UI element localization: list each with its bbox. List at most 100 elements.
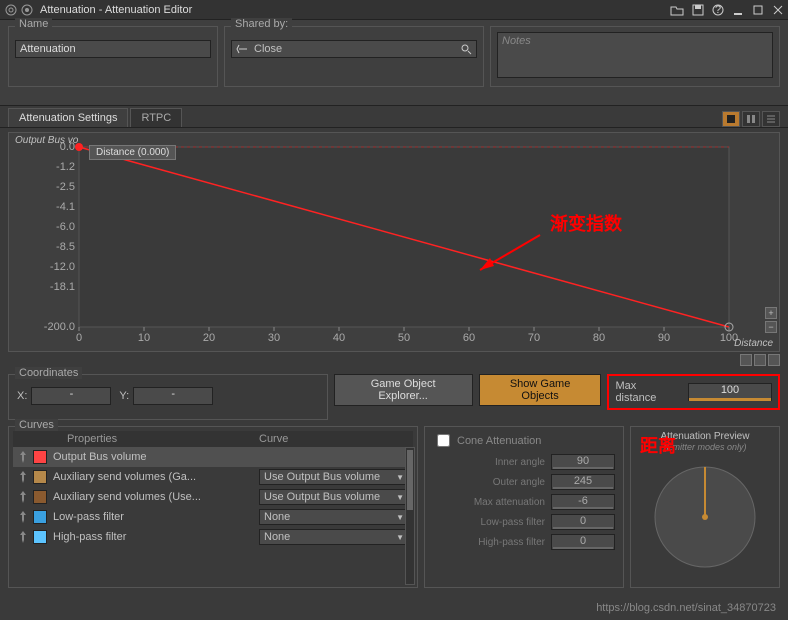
svg-text:-200.0: -200.0 (44, 321, 75, 333)
pin-icon[interactable] (17, 490, 29, 504)
save-icon[interactable] (692, 4, 704, 16)
view-split-icon[interactable] (742, 111, 760, 127)
color-swatch[interactable] (33, 490, 47, 504)
curve-property: Low-pass filter (53, 511, 259, 523)
tab-attenuation-settings[interactable]: Attenuation Settings (8, 108, 128, 127)
view-single-icon[interactable] (722, 111, 740, 127)
titlebar: Attenuation - Attenuation Editor ? (0, 0, 788, 20)
curves-label: Curves (15, 419, 58, 431)
game-object-explorer-button[interactable]: Game Object Explorer... (334, 374, 473, 406)
notes-input[interactable]: Notes (497, 32, 773, 78)
shared-value[interactable]: Close (254, 43, 282, 55)
curve-row[interactable]: Auxiliary send volumes (Use...Use Output… (13, 487, 413, 507)
search-icon[interactable] (460, 43, 472, 55)
pin-icon[interactable] (17, 470, 29, 484)
max-distance-group: Max distance 100 (607, 374, 780, 410)
svg-text:50: 50 (398, 332, 410, 344)
color-swatch[interactable] (33, 510, 47, 524)
name-input[interactable] (15, 40, 211, 58)
curves-panel: Curves Properties Curve Output Bus volum… (8, 426, 418, 588)
preview-graphic (635, 452, 775, 572)
color-swatch[interactable] (33, 530, 47, 544)
help-icon[interactable]: ? (712, 4, 724, 16)
y-axis-label: Output Bus vo (15, 135, 78, 146)
pin-icon[interactable] (17, 510, 29, 524)
outer-angle-input[interactable]: 245 (551, 474, 615, 490)
close-icon[interactable] (772, 4, 784, 16)
view-list-icon[interactable] (762, 111, 780, 127)
color-swatch[interactable] (33, 450, 47, 464)
object-icon (20, 3, 34, 17)
curves-scrollbar[interactable] (405, 447, 415, 585)
lpf-label: Low-pass filter (433, 517, 545, 528)
max-distance-slider[interactable] (689, 398, 771, 401)
open-icon[interactable] (670, 4, 684, 16)
lpf-input[interactable]: 0 (551, 514, 615, 530)
minimize-icon[interactable] (732, 4, 744, 16)
hpf-label: High-pass filter (433, 537, 545, 548)
tab-rtpc[interactable]: RTPC (130, 108, 182, 127)
inner-angle-input[interactable]: 90 (551, 454, 615, 470)
y-label: Y: (119, 390, 129, 402)
curve-property: High-pass filter (53, 531, 259, 543)
max-att-label: Max attenuation (433, 497, 545, 508)
svg-text:0: 0 (76, 332, 82, 344)
zoom-out-v-icon[interactable]: − (765, 321, 777, 333)
color-swatch[interactable] (33, 470, 47, 484)
col-curve[interactable]: Curve (259, 433, 409, 445)
curve-row[interactable]: Auxiliary send volumes (Ga...Use Output … (13, 467, 413, 487)
x-label: X: (17, 390, 27, 402)
svg-text:-6.0: -6.0 (56, 221, 75, 233)
show-game-objects-button[interactable]: Show Game Objects (479, 374, 602, 406)
curve-row[interactable]: High-pass filterNone▼ (13, 527, 413, 547)
name-panel: Name (8, 26, 218, 87)
outer-angle-label: Outer angle (433, 477, 545, 488)
svg-text:?: ? (715, 4, 721, 16)
svg-text:-1.2: -1.2 (56, 161, 75, 173)
annotation-arrow-icon (470, 230, 550, 280)
zoom-out-h-icon[interactable] (768, 354, 780, 366)
zoom-in-v-icon[interactable]: + (765, 307, 777, 319)
cone-attenuation-panel: Cone Attenuation Inner angle90 Outer ang… (424, 426, 624, 588)
notes-panel: Notes (490, 26, 780, 87)
svg-text:-4.1: -4.1 (56, 201, 75, 213)
curve-graph[interactable]: Output Bus vo Distance (0.000) 0.0-1.2-2… (8, 132, 780, 352)
curve-row[interactable]: Low-pass filterNone▼ (13, 507, 413, 527)
shared-label: Shared by: (231, 18, 292, 30)
watermark: https://blog.csdn.net/sinat_34870723 (596, 602, 776, 614)
inner-angle-label: Inner angle (433, 457, 545, 468)
max-att-input[interactable]: -6 (551, 494, 615, 510)
maximize-icon[interactable] (752, 4, 764, 16)
annotation-distance: 距离 (640, 432, 676, 458)
col-blank (17, 433, 67, 445)
coordinates-panel: Coordinates X:- Y:- (8, 374, 328, 420)
app-icon (4, 3, 18, 17)
zoom-in-h-icon[interactable] (754, 354, 766, 366)
curve-type-dropdown[interactable]: None▼ (259, 529, 409, 545)
graph-svg: 0.0-1.2-2.5-4.1-6.0-8.5-12.0-18.1-200.0 … (9, 133, 779, 351)
svg-text:10: 10 (138, 332, 150, 344)
y-input[interactable]: - (133, 387, 213, 405)
x-axis-label: Distance (734, 338, 773, 349)
svg-text:30: 30 (268, 332, 280, 344)
svg-text:40: 40 (333, 332, 345, 344)
curve-property: Output Bus volume (53, 451, 259, 463)
pin-icon[interactable] (17, 450, 29, 464)
max-distance-label: Max distance (615, 380, 680, 404)
svg-text:80: 80 (593, 332, 605, 344)
shared-by-panel: Shared by: Close (224, 26, 484, 87)
curve-type-dropdown[interactable]: None▼ (259, 509, 409, 525)
cone-checkbox[interactable] (437, 434, 450, 447)
annotation-gradient: 渐变指数 (550, 210, 622, 236)
col-properties[interactable]: Properties (67, 433, 259, 445)
curve-row[interactable]: Output Bus volume (13, 447, 413, 467)
hpf-input[interactable]: 0 (551, 534, 615, 550)
pin-icon[interactable] (17, 530, 29, 544)
curve-type-dropdown[interactable]: Use Output Bus volume▼ (259, 489, 409, 505)
reference-icon[interactable] (236, 43, 250, 55)
x-input[interactable]: - (31, 387, 111, 405)
svg-text:90: 90 (658, 332, 670, 344)
svg-text:20: 20 (203, 332, 215, 344)
curve-type-dropdown[interactable]: Use Output Bus volume▼ (259, 469, 409, 485)
fit-icon[interactable] (740, 354, 752, 366)
